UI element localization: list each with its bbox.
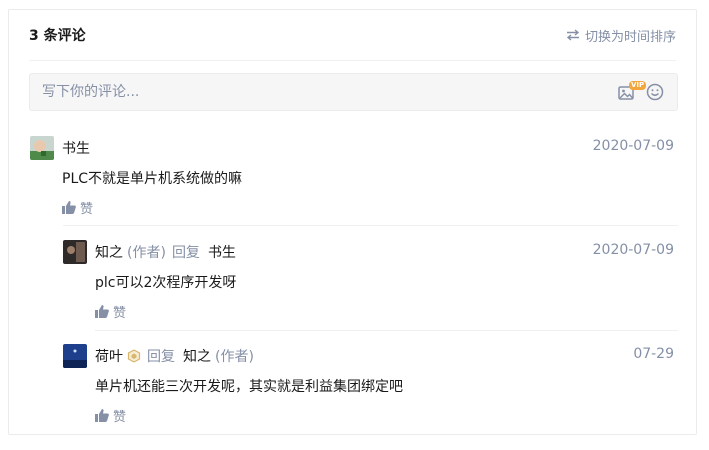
comment-content: plc可以2次程序开发呀 [95,275,237,291]
emoji-button[interactable] [641,78,669,106]
like-label: 赞 [113,306,127,321]
thumbs-up-icon [95,409,109,422]
comment-date: 2020-07-09 [592,138,674,154]
author-role-tag: (作者) [127,245,166,261]
like-button[interactable]: 赞 [62,198,93,217]
comment-date: 07-29 [633,346,674,362]
comment-meta: 知之 (作者) 回复 书生 [95,242,236,262]
like-button[interactable]: 赞 [95,406,126,425]
reply-to-name[interactable]: 知之 [183,346,211,366]
author-name[interactable]: 书生 [62,138,90,158]
comment-item: 书生 2020-07-09 PLC不就是单片机系统做的嘛 赞 [30,136,674,218]
avatar[interactable] [30,136,54,160]
switch-icon [566,29,580,41]
comment-editor: VIP [29,73,678,111]
thumbs-up-icon [95,305,109,318]
avatar[interactable] [63,240,87,264]
insert-image-button[interactable]: VIP [613,78,647,106]
like-label: 赞 [113,410,127,425]
comment-content: 单片机还能三次开发呢，其实就是利益集团绑定吧 [95,379,403,395]
reply-label: 回复 [171,245,200,261]
comment-meta: 书生 [62,138,90,158]
comment-content: PLC不就是单片机系统做的嘛 [62,171,243,187]
author-name[interactable]: 知之 [95,242,123,262]
editor-toolbar: VIP [613,74,677,110]
comment-count: 3 条评论 [29,28,86,44]
comment-divider [63,225,678,226]
reply-to-name[interactable]: 书生 [208,242,236,262]
avatar[interactable] [63,344,87,368]
comment-divider [95,330,678,331]
reply-label: 回复 [147,349,175,365]
comment-reply-item: 知之 (作者) 回复 书生 2020-07-09 plc可以2次程序开发呀 赞 [63,240,674,322]
like-label: 赞 [80,202,94,217]
reply-to-role-tag: (作者) [215,349,254,365]
comment-input[interactable] [30,74,613,110]
emoji-icon [646,83,664,101]
sort-toggle-label: 切换为时间排序 [584,29,676,45]
sort-toggle-button[interactable]: 切换为时间排序 [566,26,676,45]
comments-panel: 3 条评论 切换为时间排序 VIP [8,9,697,435]
like-button[interactable]: 赞 [95,302,126,321]
comment-meta: 荷叶 回复 知之 (作者) [95,346,254,366]
member-badge-icon [127,349,141,363]
comment-reply-item: 荷叶 回复 知之 (作者) 07-29 单片机还能三次开发呢，其实就是利益集团绑… [63,344,674,426]
thumbs-up-icon [62,201,76,214]
comment-date: 2020-07-09 [592,242,674,258]
comments-header: 3 条评论 切换为时间排序 [29,10,676,61]
author-name[interactable]: 荷叶 [95,346,123,366]
